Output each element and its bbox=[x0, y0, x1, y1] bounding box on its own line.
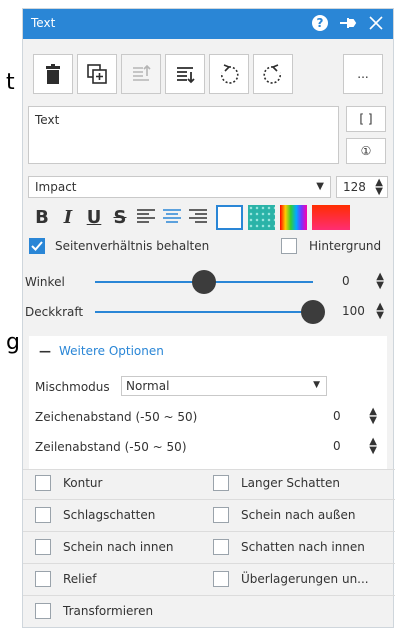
spin-arrows-icon[interactable]: ▲ ▼ bbox=[376, 302, 384, 321]
window-title: Text bbox=[31, 16, 56, 30]
line-spacing-value: 0 bbox=[333, 439, 341, 453]
bracket-button[interactable]: [ ] bbox=[346, 106, 386, 132]
long-shadow-checkbox[interactable] bbox=[213, 475, 229, 491]
line-spacing-label: Zeilenabstand (-50 ~ 50) bbox=[35, 440, 187, 454]
font-size-value: 128 bbox=[343, 180, 366, 194]
blend-mode-value: Normal bbox=[126, 379, 170, 393]
drop-shadow-checkbox[interactable] bbox=[35, 507, 51, 523]
font-family-select[interactable]: Impact ▼ bbox=[28, 176, 331, 198]
chevron-down-icon: ▼ bbox=[316, 181, 324, 192]
relief-checkbox[interactable] bbox=[35, 571, 51, 587]
blend-mode-label: Mischmodus bbox=[35, 380, 110, 394]
angle-stepper[interactable]: 0 ▲ ▼ bbox=[336, 271, 388, 293]
italic-icon: I bbox=[63, 206, 73, 228]
help-icon[interactable]: ? bbox=[311, 14, 329, 32]
underline-icon: U bbox=[86, 206, 102, 228]
pattern-swatch[interactable] bbox=[248, 205, 275, 230]
effect-label: Schein nach außen bbox=[241, 508, 356, 522]
align-top-icon bbox=[133, 64, 151, 81]
send-backward-button[interactable] bbox=[165, 54, 205, 94]
more-options-toggle[interactable]: Weitere Optionen bbox=[59, 344, 164, 358]
trash-icon bbox=[46, 64, 60, 84]
aspect-ratio-label: Seitenverhältnis behalten bbox=[55, 239, 210, 253]
overlays-checkbox[interactable] bbox=[213, 571, 229, 587]
rotate-left-button[interactable] bbox=[209, 54, 249, 94]
background-letter-t: t bbox=[6, 70, 15, 95]
blend-mode-select[interactable]: Normal ▼ bbox=[121, 376, 327, 396]
align-right-icon bbox=[189, 209, 207, 223]
collapse-icon[interactable]: — bbox=[39, 344, 51, 358]
italic-button[interactable]: I bbox=[55, 204, 81, 230]
more-tools-button[interactable]: ... bbox=[343, 54, 383, 94]
line-spacing-stepper[interactable]: 0 ▲ ▼ bbox=[329, 436, 381, 458]
opacity-slider-track[interactable] bbox=[95, 311, 313, 313]
inner-glow-checkbox[interactable] bbox=[35, 539, 51, 555]
underline-button[interactable]: U bbox=[81, 204, 107, 230]
rotate-right-icon bbox=[263, 64, 282, 84]
effect-label: Überlagerungen un... bbox=[241, 572, 369, 586]
opacity-label: Deckkraft bbox=[25, 305, 84, 319]
text-input[interactable]: Text bbox=[28, 106, 339, 164]
rotate-left-icon bbox=[220, 64, 239, 84]
bold-icon: B bbox=[35, 206, 49, 228]
background-letter-g: g bbox=[6, 330, 20, 355]
effect-label: Transformieren bbox=[63, 604, 154, 618]
duplicate-button[interactable] bbox=[77, 54, 117, 94]
align-center-button[interactable] bbox=[159, 204, 185, 230]
bold-button[interactable]: B bbox=[29, 204, 55, 230]
effect-label: Schatten nach innen bbox=[241, 540, 365, 554]
close-icon[interactable] bbox=[367, 14, 385, 32]
gradient-swatch-red[interactable] bbox=[312, 205, 350, 230]
angle-slider-handle[interactable] bbox=[192, 270, 216, 294]
delete-button[interactable] bbox=[33, 54, 73, 94]
color-swatch-white[interactable] bbox=[216, 205, 243, 230]
effect-label: Langer Schatten bbox=[241, 476, 340, 490]
strikethrough-button[interactable]: S bbox=[107, 204, 133, 230]
spin-arrows-icon[interactable]: ▲ ▼ bbox=[375, 178, 383, 197]
opacity-value: 100 bbox=[342, 304, 365, 318]
strikethrough-icon: S bbox=[113, 206, 127, 228]
font-family-value: Impact bbox=[35, 180, 77, 194]
chevron-down-icon: ▼ bbox=[313, 380, 320, 390]
pin-icon[interactable] bbox=[339, 14, 357, 32]
kontur-checkbox[interactable] bbox=[35, 475, 51, 491]
more-options-panel: — Weitere Optionen Mischmodus Normal ▼ Z… bbox=[29, 336, 387, 469]
effect-label: Relief bbox=[63, 572, 97, 586]
align-left-icon bbox=[137, 209, 155, 223]
background-checkbox[interactable] bbox=[281, 238, 297, 254]
char-spacing-stepper[interactable]: 0 ▲ ▼ bbox=[329, 406, 381, 428]
opacity-stepper[interactable]: 100 ▲ ▼ bbox=[336, 301, 388, 323]
gradient-swatch-rainbow[interactable] bbox=[280, 205, 307, 230]
spin-arrows-icon[interactable]: ▲ ▼ bbox=[369, 437, 377, 456]
info-button[interactable]: ① bbox=[346, 138, 386, 164]
font-size-stepper[interactable]: 128 ▲ ▼ bbox=[336, 176, 388, 198]
align-bottom-icon bbox=[177, 67, 195, 84]
opacity-slider-handle[interactable] bbox=[301, 300, 325, 324]
align-left-button[interactable] bbox=[133, 204, 159, 230]
bring-forward-button[interactable] bbox=[121, 54, 161, 94]
spin-arrows-icon[interactable]: ▲ ▼ bbox=[376, 272, 384, 291]
angle-value: 0 bbox=[342, 274, 350, 288]
title-bar: Text ? bbox=[23, 9, 393, 39]
text-panel: Text ? ... Text [ ] ① Impact ▼ 128 ▲ ▼ B… bbox=[22, 8, 395, 628]
angle-label: Winkel bbox=[25, 275, 65, 289]
effect-label: Schein nach innen bbox=[63, 540, 174, 554]
inner-shadow-checkbox[interactable] bbox=[213, 539, 229, 555]
char-spacing-label: Zeichenabstand (-50 ~ 50) bbox=[35, 410, 198, 424]
char-spacing-value: 0 bbox=[333, 409, 341, 423]
aspect-ratio-checkbox[interactable] bbox=[29, 238, 45, 254]
duplicate-icon bbox=[87, 64, 107, 84]
align-center-icon bbox=[163, 209, 181, 223]
transform-checkbox[interactable] bbox=[35, 603, 51, 619]
rotate-right-button[interactable] bbox=[253, 54, 293, 94]
check-icon bbox=[31, 241, 43, 251]
effect-label: Kontur bbox=[63, 476, 103, 490]
effect-label: Schlagschatten bbox=[63, 508, 156, 522]
more-label: ... bbox=[357, 67, 369, 81]
spin-arrows-icon[interactable]: ▲ ▼ bbox=[369, 407, 377, 426]
align-right-button[interactable] bbox=[185, 204, 211, 230]
background-label: Hintergrund bbox=[309, 239, 382, 253]
outer-glow-checkbox[interactable] bbox=[213, 507, 229, 523]
